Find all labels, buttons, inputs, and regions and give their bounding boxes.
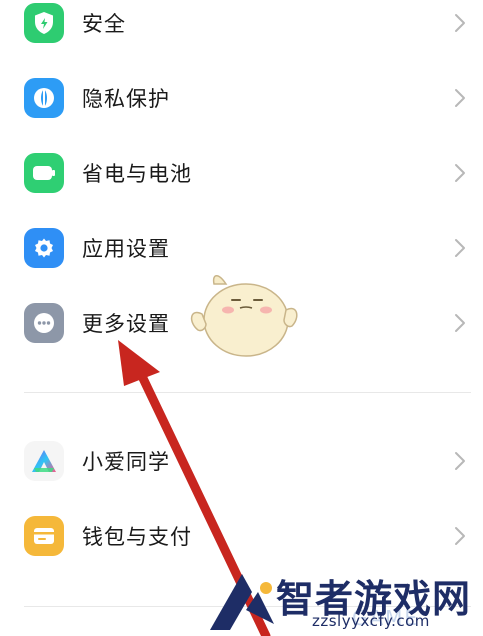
wallet-icon	[24, 516, 64, 556]
watermark-site-url: zzslyyxcfy.com	[312, 612, 430, 630]
chevron-right-icon	[455, 89, 465, 107]
settings-item-label: 应用设置	[82, 237, 170, 261]
chevron-right-icon	[455, 527, 465, 545]
settings-item-label: 更多设置	[82, 312, 170, 336]
chevron-right-icon	[455, 164, 465, 182]
settings-item-xiaoai[interactable]: 小爱同学	[0, 431, 483, 491]
settings-item-label: 小爱同学	[82, 450, 170, 474]
chevron-right-icon	[455, 314, 465, 332]
shield-icon	[24, 3, 64, 43]
xiaoai-icon	[24, 441, 64, 481]
settings-item-battery[interactable]: 省电与电池	[0, 143, 483, 203]
watermark-logo	[210, 574, 274, 630]
settings-item-wallet[interactable]: 钱包与支付	[0, 506, 483, 566]
settings-item-label: 安全	[82, 12, 126, 36]
chevron-right-icon	[455, 239, 465, 257]
chevron-right-icon	[455, 452, 465, 470]
privacy-icon	[24, 78, 64, 118]
gear-icon	[24, 228, 64, 268]
section-divider	[24, 392, 471, 393]
settings-item-more-settings[interactable]: 更多设置	[0, 293, 483, 353]
settings-item-label: 隐私保护	[82, 87, 170, 111]
settings-item-app-settings[interactable]: 应用设置	[0, 218, 483, 278]
settings-item-privacy[interactable]: 隐私保护	[0, 68, 483, 128]
battery-icon	[24, 153, 64, 193]
chevron-right-icon	[455, 14, 465, 32]
settings-item-label: 省电与电池	[82, 162, 192, 186]
settings-item-label: 钱包与支付	[82, 525, 192, 549]
settings-item-security[interactable]: 安全	[0, 0, 483, 53]
more-dots-icon	[24, 303, 64, 343]
